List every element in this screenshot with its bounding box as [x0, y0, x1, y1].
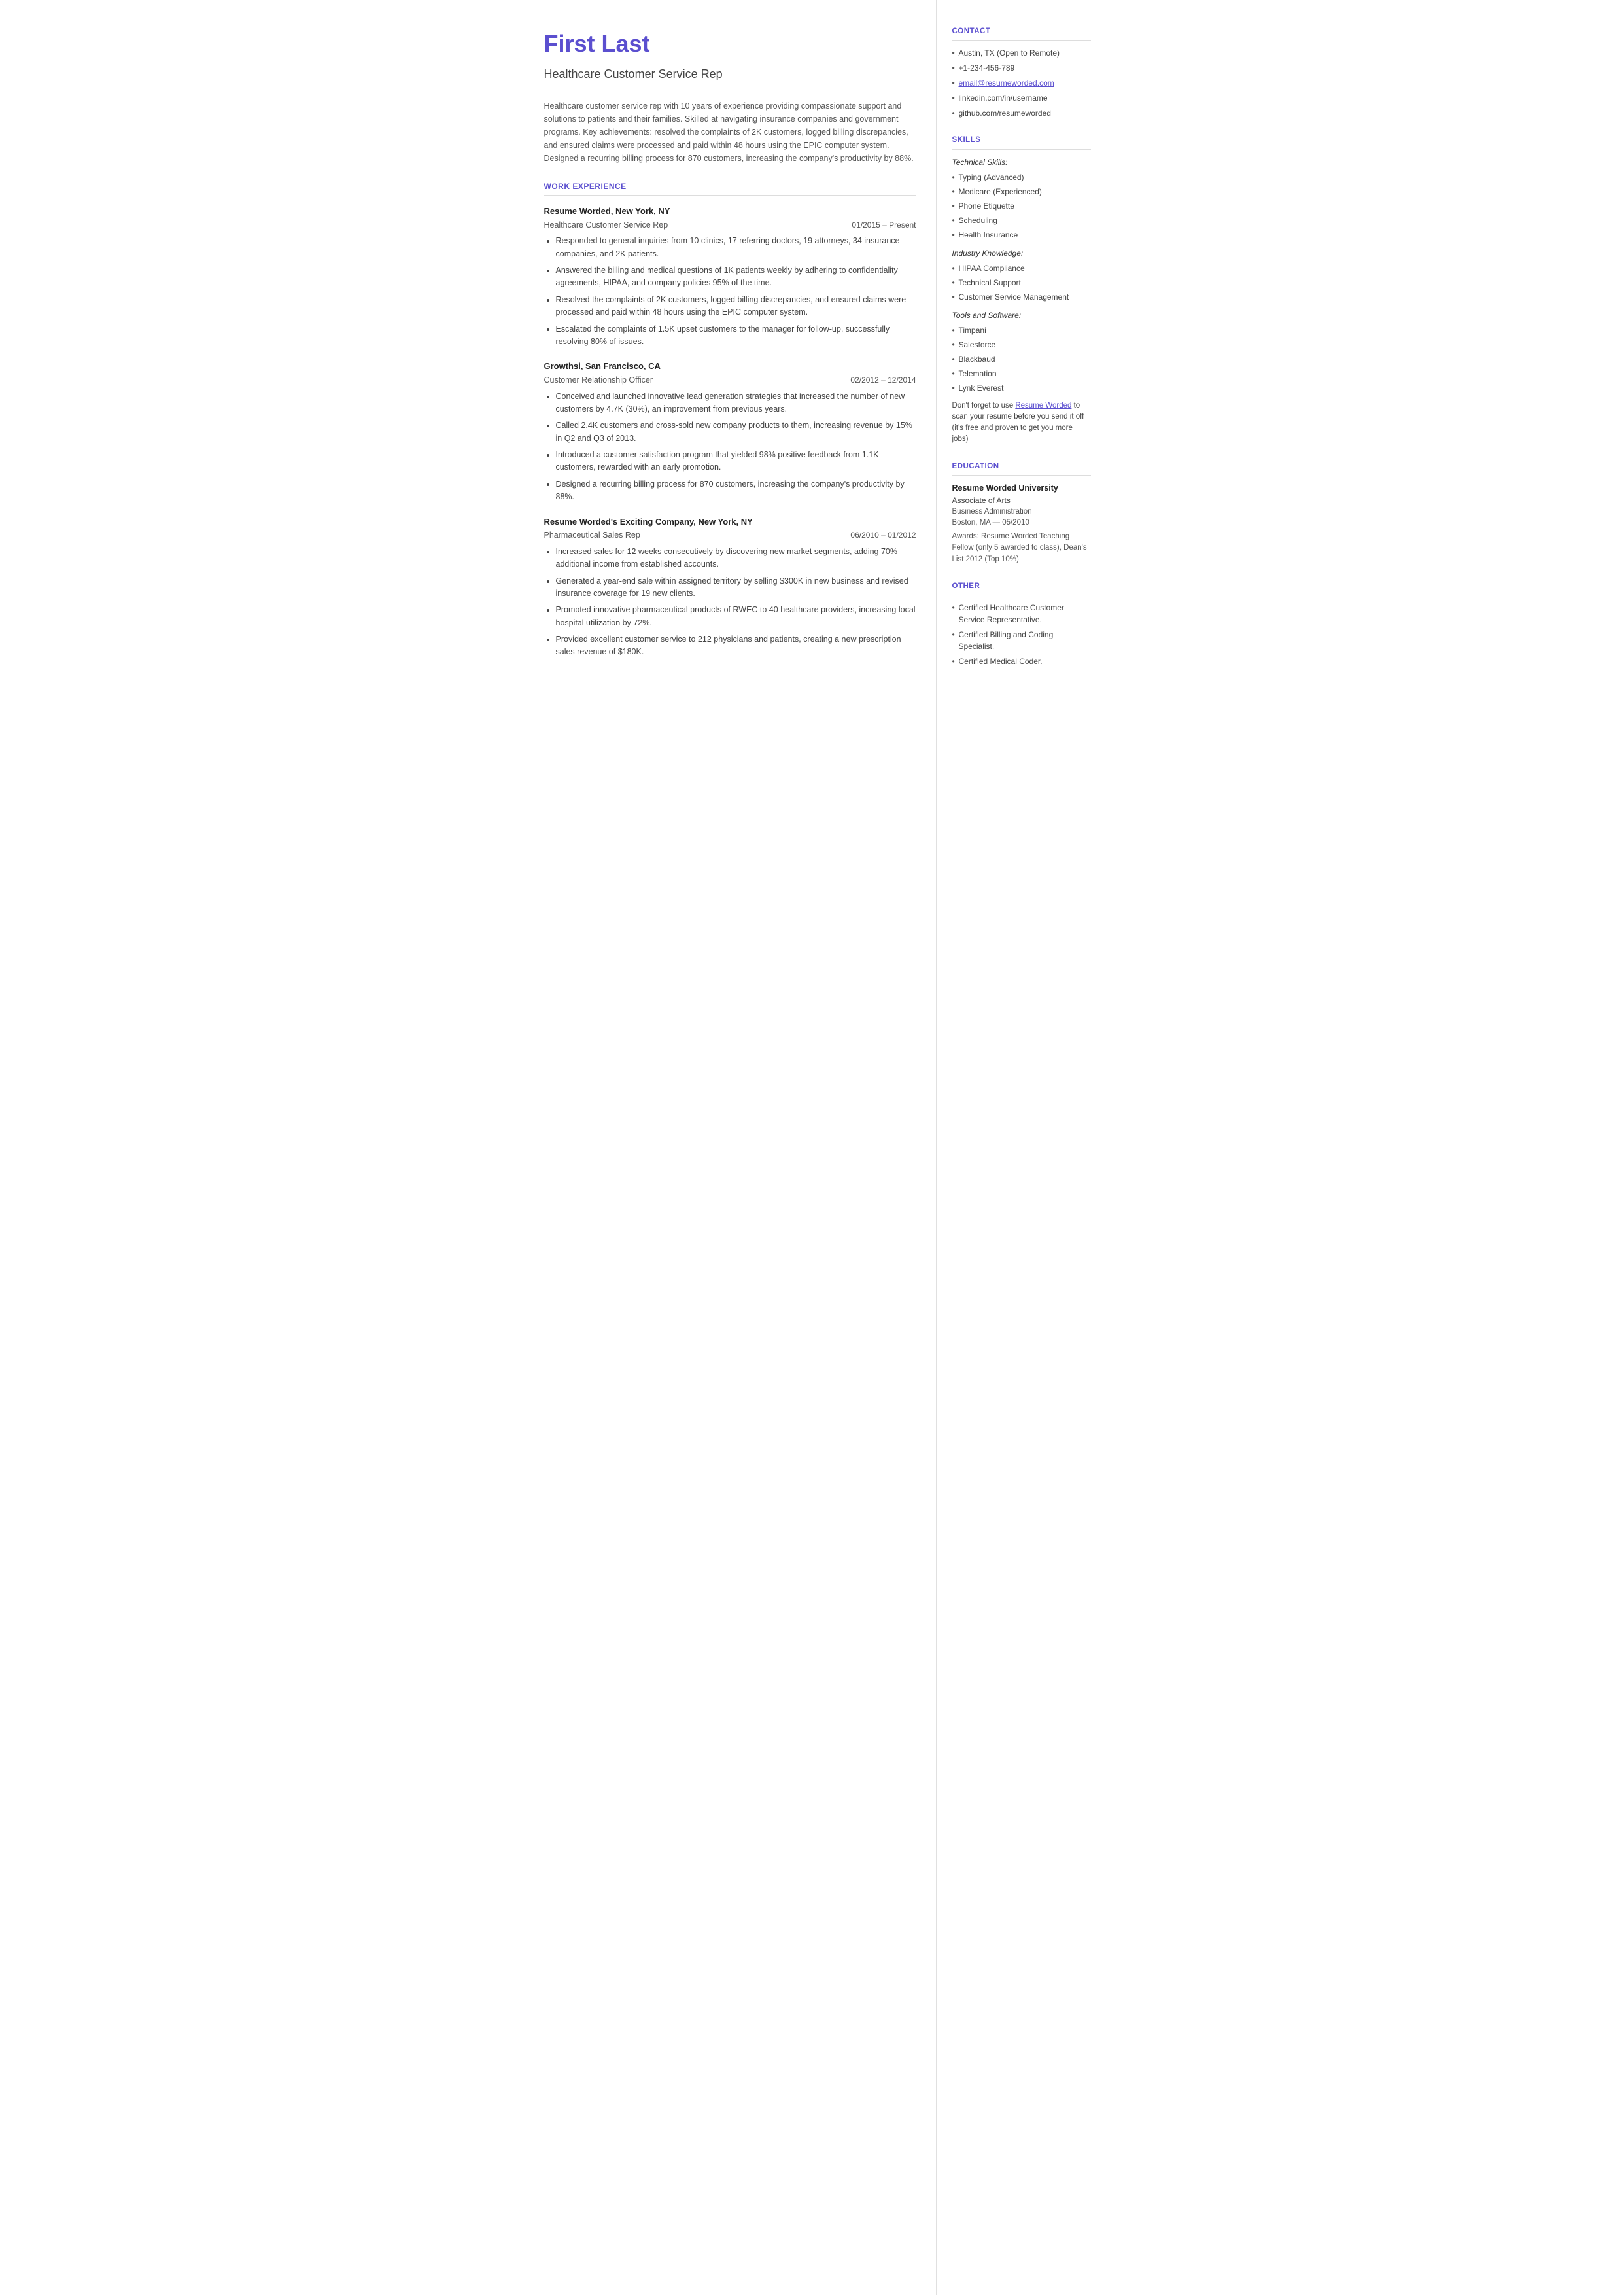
skill-item: Lynk Everest [952, 382, 1091, 394]
edu-location: Boston, MA — 05/2010 [952, 517, 1091, 529]
job-company-2: Growthsi, San Francisco, CA [544, 360, 916, 373]
contact-heading: CONTACT [952, 26, 1091, 41]
skills-heading: SKILLS [952, 135, 1091, 149]
work-experience-heading: WORK EXPERIENCE [544, 181, 916, 196]
skill-item: Blackbaud [952, 353, 1091, 365]
note-prefix: Don't forget to use [952, 402, 1016, 410]
left-column: First Last Healthcare Customer Service R… [518, 0, 937, 2295]
resume-worded-link[interactable]: Resume Worded [1015, 402, 1071, 410]
contact-section: CONTACT Austin, TX (Open to Remote) +1-2… [952, 26, 1091, 119]
resume-page: First Last Healthcare Customer Service R… [518, 0, 1107, 2295]
contact-list: Austin, TX (Open to Remote) +1-234-456-7… [952, 47, 1091, 119]
edu-institution: Resume Worded University [952, 482, 1091, 495]
bullet: Called 2.4K customers and cross-sold new… [556, 419, 916, 445]
skill-item: Customer Service Management [952, 291, 1091, 303]
job-company-3: Resume Worded's Exciting Company, New Yo… [544, 516, 916, 529]
candidate-title: Healthcare Customer Service Rep [544, 65, 916, 90]
job-bullets-1: Responded to general inquiries from 10 c… [544, 235, 916, 348]
job-block-3: Resume Worded's Exciting Company, New Yo… [544, 516, 916, 659]
contact-phone: +1-234-456-789 [952, 62, 1091, 74]
edu-field: Business Administration [952, 506, 1091, 517]
skill-item: Scheduling [952, 215, 1091, 226]
work-experience-section: WORK EXPERIENCE Resume Worded, New York,… [544, 181, 916, 659]
job-role-line-2: Customer Relationship Officer 02/2012 – … [544, 374, 916, 387]
bullet: Provided excellent customer service to 2… [556, 633, 916, 659]
skills-section: SKILLS Technical Skills: Typing (Advance… [952, 135, 1091, 445]
summary-text: Healthcare customer service rep with 10 … [544, 99, 916, 165]
tools-list: Timpani Salesforce Blackbaud Telemation … [952, 324, 1091, 394]
tools-label: Tools and Software: [952, 309, 1091, 321]
edu-block: Resume Worded University Associate of Ar… [952, 482, 1091, 565]
other-item: Certified Medical Coder. [952, 656, 1091, 667]
job-bullets-2: Conceived and launched innovative lead g… [544, 391, 916, 504]
skill-item: Salesforce [952, 339, 1091, 351]
other-list: Certified Healthcare Customer Service Re… [952, 602, 1091, 667]
other-heading: OTHER [952, 581, 1091, 595]
other-section: OTHER Certified Healthcare Customer Serv… [952, 581, 1091, 667]
bullet: Responded to general inquiries from 10 c… [556, 235, 916, 260]
bullet: Escalated the complaints of 1.5K upset c… [556, 323, 916, 349]
job-block-2: Growthsi, San Francisco, CA Customer Rel… [544, 360, 916, 503]
skill-item: Timpani [952, 324, 1091, 336]
technical-skills-list: Typing (Advanced) Medicare (Experienced)… [952, 171, 1091, 241]
skill-item: Phone Etiquette [952, 200, 1091, 212]
right-column: CONTACT Austin, TX (Open to Remote) +1-2… [937, 0, 1107, 2295]
bullet: Generated a year-end sale within assigne… [556, 575, 916, 601]
skill-item: HIPAA Compliance [952, 262, 1091, 274]
bullet: Resolved the complaints of 2K customers,… [556, 294, 916, 319]
skill-item: Technical Support [952, 277, 1091, 289]
bullet: Increased sales for 12 weeks consecutive… [556, 546, 916, 571]
skill-item: Telemation [952, 368, 1091, 379]
skill-item: Typing (Advanced) [952, 171, 1091, 183]
education-section: EDUCATION Resume Worded University Assoc… [952, 461, 1091, 565]
candidate-name: First Last [544, 26, 916, 61]
industry-knowledge-list: HIPAA Compliance Technical Support Custo… [952, 262, 1091, 303]
job-block-1: Resume Worded, New York, NY Healthcare C… [544, 205, 916, 348]
technical-skills-label: Technical Skills: [952, 156, 1091, 168]
industry-knowledge-label: Industry Knowledge: [952, 247, 1091, 259]
skill-item: Medicare (Experienced) [952, 186, 1091, 198]
bullet: Answered the billing and medical questio… [556, 264, 916, 290]
contact-location: Austin, TX (Open to Remote) [952, 47, 1091, 59]
skill-item: Health Insurance [952, 229, 1091, 241]
job-bullets-3: Increased sales for 12 weeks consecutive… [544, 546, 916, 659]
contact-email[interactable]: email@resumeworded.com [952, 77, 1091, 89]
other-item: Certified Billing and Coding Specialist. [952, 629, 1091, 652]
job-role-line-1: Healthcare Customer Service Rep 01/2015 … [544, 219, 916, 232]
contact-linkedin: linkedin.com/in/username [952, 92, 1091, 104]
bullet: Conceived and launched innovative lead g… [556, 391, 916, 416]
other-item: Certified Healthcare Customer Service Re… [952, 602, 1091, 625]
job-company-1: Resume Worded, New York, NY [544, 205, 916, 218]
resume-worded-note: Don't forget to use Resume Worded to sca… [952, 400, 1091, 446]
edu-awards: Awards: Resume Worded Teaching Fellow (o… [952, 531, 1091, 565]
education-heading: EDUCATION [952, 461, 1091, 476]
job-role-line-3: Pharmaceutical Sales Rep 06/2010 – 01/20… [544, 529, 916, 542]
contact-github: github.com/resumeworded [952, 107, 1091, 119]
edu-degree: Associate of Arts [952, 495, 1091, 506]
bullet: Introduced a customer satisfaction progr… [556, 449, 916, 474]
bullet: Designed a recurring billing process for… [556, 478, 916, 504]
bullet: Promoted innovative pharmaceutical produ… [556, 604, 916, 629]
